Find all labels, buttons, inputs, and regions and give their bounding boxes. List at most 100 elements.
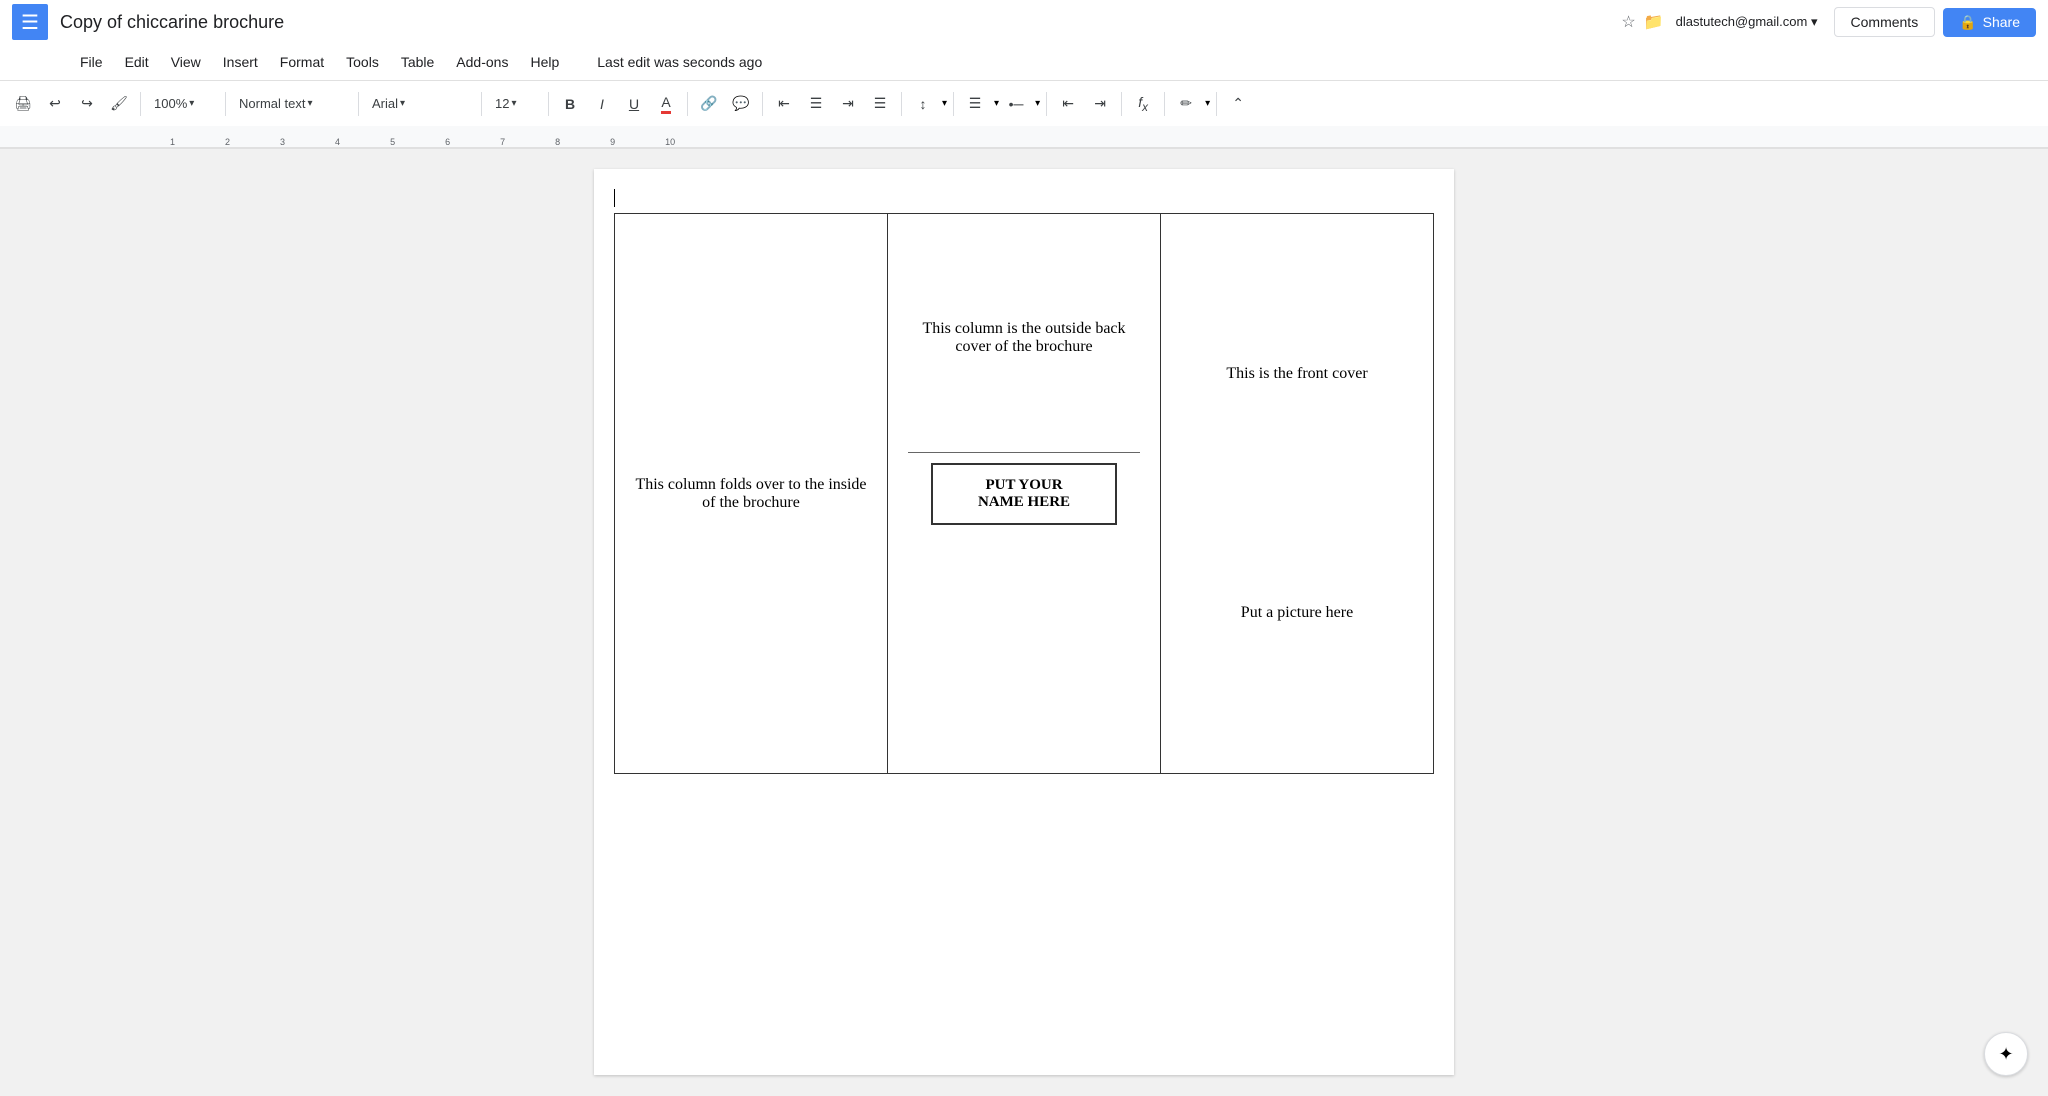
star-icon[interactable]: ☆ [1621, 12, 1635, 32]
toolbar-divider-10 [1046, 92, 1047, 116]
toolbar-divider-12 [1164, 92, 1165, 116]
formula-icon: fx [1138, 94, 1148, 114]
toolbar-divider-6 [687, 92, 688, 116]
col2-divider [908, 452, 1140, 453]
numbered-list-arrow[interactable]: ▾ [994, 98, 999, 109]
brochure-column-2[interactable]: This column is the outside back cover of… [888, 214, 1161, 774]
name-line2: NAME HERE [957, 494, 1091, 511]
smart-compose-button[interactable]: ✦ [1984, 1032, 2028, 1076]
hamburger-icon: ☰ [21, 10, 39, 35]
align-right-button[interactable]: ⇥ [833, 90, 863, 118]
toolbar-divider-7 [762, 92, 763, 116]
collapse-toolbar-button[interactable]: ⌃ [1223, 90, 1253, 118]
toolbar-divider-3 [358, 92, 359, 116]
align-right-icon: ⇥ [842, 95, 854, 112]
menu-insert[interactable]: Insert [213, 50, 268, 74]
lock-icon: 🔒 [1959, 14, 1976, 31]
folder-icon[interactable]: 📁 [1644, 12, 1664, 32]
align-center-icon: ☰ [810, 95, 823, 112]
formula-button[interactable]: fx [1128, 90, 1158, 118]
redo-button[interactable]: ↪ [72, 90, 102, 118]
increase-indent-button[interactable]: ⇥ [1085, 90, 1115, 118]
paragraph-style-selector[interactable]: Normal text ▾ [232, 90, 352, 118]
name-line1: PUT YOUR [957, 477, 1091, 494]
menu-view[interactable]: View [161, 50, 211, 74]
menu-table[interactable]: Table [391, 50, 444, 74]
user-account[interactable]: dlastutech@gmail.com ▾ [1676, 14, 1818, 30]
menu-format[interactable]: Format [270, 50, 334, 74]
zoom-dropdown-arrow: ▾ [189, 98, 194, 109]
bold-button[interactable]: B [555, 90, 585, 118]
size-dropdown-arrow: ▾ [511, 98, 516, 109]
toolbar-divider-13 [1216, 92, 1217, 116]
menu-file[interactable]: File [70, 50, 113, 74]
menu-help[interactable]: Help [520, 50, 569, 74]
align-center-button[interactable]: ☰ [801, 90, 831, 118]
paint-format-icon: 🖌 [110, 95, 128, 112]
pen-icon: ✏ [1180, 95, 1192, 112]
print-icon: 🖨 [14, 95, 32, 112]
document-page: This column folds over to the inside of … [594, 169, 1454, 1075]
collapse-icon: ⌃ [1232, 95, 1244, 112]
bulleted-list-icon: •─ [1009, 96, 1024, 112]
link-icon: 🔗 [700, 95, 717, 112]
col1-text: This column folds over to the inside of … [635, 476, 866, 511]
line-spacing-dropdown-arrow[interactable]: ▾ [942, 98, 947, 109]
col3-top-text: This is the front cover [1226, 365, 1367, 383]
pen-button[interactable]: ✏ [1171, 90, 1201, 118]
toolbar-divider-1 [140, 92, 141, 116]
align-justify-button[interactable]: ☰ [865, 90, 895, 118]
col3-bottom-text: Put a picture here [1241, 604, 1353, 622]
toolbar-divider-5 [548, 92, 549, 116]
comment-icon: 💬 [732, 95, 749, 112]
decrease-indent-icon: ⇤ [1062, 95, 1074, 112]
comment-button[interactable]: 💬 [726, 90, 756, 118]
numbered-list-button[interactable]: ☰ [960, 90, 990, 118]
underline-button[interactable]: U [619, 90, 649, 118]
decrease-indent-button[interactable]: ⇤ [1053, 90, 1083, 118]
font-color-button[interactable]: A [651, 90, 681, 118]
toolbar-divider-2 [225, 92, 226, 116]
increase-indent-icon: ⇥ [1094, 95, 1106, 112]
style-dropdown-arrow: ▾ [307, 98, 312, 109]
toolbar-divider-8 [901, 92, 902, 116]
col2-text: This column is the outside back cover of… [908, 320, 1140, 356]
document-area[interactable]: This column folds over to the inside of … [0, 149, 2048, 1095]
app-menu-button[interactable]: ☰ [12, 4, 48, 40]
bulleted-list-button[interactable]: •─ [1001, 90, 1031, 118]
name-box[interactable]: PUT YOUR NAME HERE [931, 463, 1117, 525]
menu-edit[interactable]: Edit [115, 50, 159, 74]
smart-compose-icon: ✦ [1998, 1044, 2013, 1065]
print-button[interactable]: 🖨 [8, 90, 38, 118]
menu-tools[interactable]: Tools [336, 50, 389, 74]
undo-button[interactable]: ↩ [40, 90, 70, 118]
toolbar-divider-9 [953, 92, 954, 116]
toolbar-divider-4 [481, 92, 482, 116]
brochure-column-3[interactable]: This is the front cover Put a picture he… [1161, 214, 1434, 774]
zoom-selector[interactable]: 100% ▾ [147, 90, 219, 118]
comments-button[interactable]: Comments [1834, 7, 1936, 37]
line-spacing-button[interactable]: ↕ [908, 90, 938, 118]
bulleted-list-arrow[interactable]: ▾ [1035, 98, 1040, 109]
align-justify-icon: ☰ [874, 95, 887, 112]
brochure-table: This column folds over to the inside of … [614, 213, 1434, 774]
link-button[interactable]: 🔗 [694, 90, 724, 118]
paint-format-button[interactable]: 🖌 [104, 90, 134, 118]
ruler: 1 2 3 4 5 6 7 8 9 10 [0, 126, 2048, 148]
document-title: Copy of chiccarine brochure [60, 12, 1621, 33]
font-size-selector[interactable]: 12 ▾ [488, 90, 542, 118]
text-cursor [614, 189, 615, 207]
toolbar-divider-11 [1121, 92, 1122, 116]
undo-icon: ↩ [49, 95, 61, 112]
font-selector[interactable]: Arial ▾ [365, 90, 475, 118]
align-left-button[interactable]: ⇤ [769, 90, 799, 118]
line-spacing-icon: ↕ [920, 96, 927, 112]
share-button[interactable]: 🔒 Share [1943, 8, 2036, 37]
font-dropdown-arrow: ▾ [400, 98, 405, 109]
menu-addons[interactable]: Add-ons [446, 50, 518, 74]
align-left-icon: ⇤ [778, 95, 790, 112]
brochure-column-1[interactable]: This column folds over to the inside of … [615, 214, 888, 774]
pen-dropdown-arrow[interactable]: ▾ [1205, 98, 1210, 109]
italic-button[interactable]: I [587, 90, 617, 118]
redo-icon: ↪ [81, 95, 93, 112]
